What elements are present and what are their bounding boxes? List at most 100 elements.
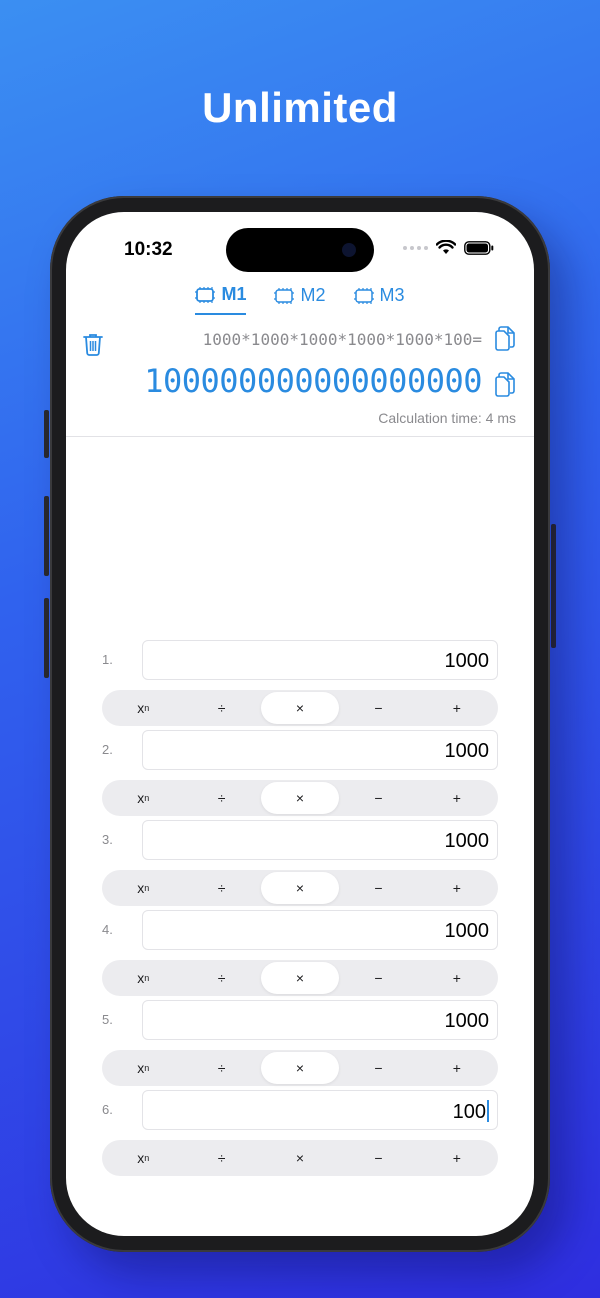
operator-label: ÷: [217, 1060, 226, 1076]
operator-label: +: [452, 1060, 461, 1076]
operator-power-button[interactable]: xn: [104, 692, 182, 724]
operand-row: 2. 1000 x n ÷ × − +: [102, 730, 498, 820]
operator-divide-button[interactable]: ÷: [182, 1052, 260, 1084]
operand-row: 4. 1000 x n ÷ × − +: [102, 910, 498, 1000]
operator-label: ×: [295, 1060, 305, 1076]
status-icons: [403, 240, 494, 255]
operand-value: 1000: [444, 1010, 490, 1032]
operator-label: x: [137, 1060, 145, 1076]
operator-selector: x n ÷ × − +: [102, 960, 498, 996]
operator-label: ÷: [217, 1150, 226, 1166]
operator-divide-button[interactable]: ÷: [182, 692, 260, 724]
result-display: 100000000000000000: [144, 362, 482, 400]
operator-label: ×: [295, 970, 305, 986]
operand-input[interactable]: 1000: [142, 820, 498, 860]
power-button: [551, 524, 556, 648]
operator-multiply-button[interactable]: ×: [261, 1142, 339, 1174]
operator-add-button[interactable]: +: [418, 1052, 496, 1084]
operator-power-button[interactable]: xn: [104, 782, 182, 814]
operator-subtract-button[interactable]: −: [339, 1052, 417, 1084]
operator-label: +: [452, 880, 461, 896]
row-index: 2.: [102, 742, 113, 757]
operator-label: x: [137, 1150, 145, 1166]
operand-input[interactable]: 1000: [142, 910, 498, 950]
operator-label: ×: [295, 1150, 305, 1166]
operand-value: 1000: [444, 830, 490, 852]
operand-value: 1000: [444, 740, 490, 762]
row-index: 5.: [102, 1012, 113, 1027]
tab-m1[interactable]: M1: [195, 284, 247, 315]
operator-add-button[interactable]: +: [418, 962, 496, 994]
operand-list: 1. 1000 x n ÷ × − +2. 1000 x n ÷ × − +3. 1000 x n ÷ × − +4. 10…: [102, 640, 498, 1180]
operand-input[interactable]: 1000: [142, 1000, 498, 1040]
operator-divide-button[interactable]: ÷: [182, 962, 260, 994]
operator-label: −: [374, 700, 383, 716]
operator-subtract-button[interactable]: −: [339, 962, 417, 994]
operand-input[interactable]: 1000: [142, 730, 498, 770]
operator-label: +: [452, 790, 461, 806]
operator-label: −: [374, 880, 383, 896]
volume-up-button: [44, 496, 49, 576]
power-superscript: n: [144, 1063, 150, 1073]
operator-add-button[interactable]: +: [418, 872, 496, 904]
operand-input[interactable]: 100: [142, 1090, 498, 1130]
operator-selector: x n ÷ × − +: [102, 690, 498, 726]
operator-subtract-button[interactable]: −: [339, 692, 417, 724]
power-superscript: n: [144, 703, 150, 713]
operator-multiply-button[interactable]: ×: [260, 782, 340, 814]
text-caret: [487, 1100, 489, 1122]
operator-subtract-button[interactable]: −: [339, 782, 417, 814]
row-index: 3.: [102, 832, 113, 847]
memory-tabs: M1 M2 M3: [66, 284, 534, 315]
operand-value: 1000: [444, 650, 490, 672]
operator-label: −: [374, 1150, 383, 1166]
wifi-icon: [436, 240, 456, 254]
power-superscript: n: [144, 973, 150, 983]
operand-input[interactable]: 1000: [142, 640, 498, 680]
operator-label: −: [374, 790, 383, 806]
operator-power-button[interactable]: xn: [104, 962, 182, 994]
operator-subtract-button[interactable]: −: [339, 1142, 417, 1174]
tab-m3[interactable]: M3: [353, 284, 405, 315]
cellular-signal-icon: [403, 245, 428, 250]
operator-label: x: [137, 970, 145, 986]
operator-power-button[interactable]: xn: [104, 1052, 182, 1084]
operator-label: ÷: [217, 970, 226, 986]
operator-power-button[interactable]: xn: [104, 1142, 182, 1174]
operator-multiply-button[interactable]: ×: [260, 692, 340, 724]
battery-icon: [464, 240, 494, 255]
operand-row: 6. 100 x n ÷ × − +: [102, 1090, 498, 1180]
dynamic-island: [226, 228, 374, 272]
operator-label: +: [452, 1150, 461, 1166]
operator-add-button[interactable]: +: [418, 1142, 496, 1174]
trash-icon[interactable]: [82, 332, 104, 356]
operator-power-button[interactable]: xn: [104, 872, 182, 904]
operator-subtract-button[interactable]: −: [339, 872, 417, 904]
operand-row: 3. 1000 x n ÷ × − +: [102, 820, 498, 910]
chip-icon: [353, 287, 374, 304]
operator-divide-button[interactable]: ÷: [182, 1142, 260, 1174]
operator-divide-button[interactable]: ÷: [182, 782, 260, 814]
operand-value: 1000: [444, 920, 490, 942]
copy-expression-icon[interactable]: [494, 326, 516, 352]
operator-label: ÷: [217, 790, 226, 806]
operator-divide-button[interactable]: ÷: [182, 872, 260, 904]
headline: Unlimited: [202, 84, 398, 131]
row-index: 4.: [102, 922, 113, 937]
operator-multiply-button[interactable]: ×: [260, 1052, 340, 1084]
operator-multiply-button[interactable]: ×: [260, 962, 340, 994]
camera-icon: [342, 243, 356, 257]
volume-down-button: [44, 598, 49, 678]
tab-m2[interactable]: M2: [274, 284, 326, 315]
divider: [66, 436, 534, 437]
tab-label: M2: [300, 285, 326, 305]
operator-label: +: [452, 970, 461, 986]
operator-add-button[interactable]: +: [418, 782, 496, 814]
operator-label: ×: [295, 880, 305, 896]
power-superscript: n: [144, 1153, 150, 1163]
operator-add-button[interactable]: +: [418, 692, 496, 724]
operator-multiply-button[interactable]: ×: [260, 872, 340, 904]
operator-label: −: [374, 970, 383, 986]
operator-label: ×: [295, 790, 305, 806]
copy-result-icon[interactable]: [494, 372, 516, 398]
